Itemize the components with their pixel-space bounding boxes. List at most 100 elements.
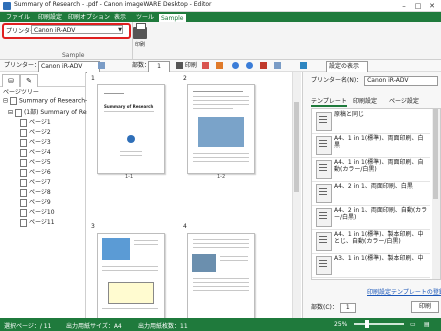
template-item[interactable]: A4、2 in 1、両面印刷、自動(カラー/白黒) — [312, 205, 430, 230]
toolbar-print-button[interactable]: 印刷 — [176, 61, 197, 71]
tree-page-9[interactable]: ページ9 — [20, 197, 51, 207]
pages-icon[interactable] — [274, 61, 281, 71]
tab-print-settings[interactable]: 印刷設定 — [353, 96, 377, 105]
undo-icon[interactable] — [232, 61, 239, 71]
close-button[interactable]: ✕ — [426, 1, 438, 11]
template-item[interactable]: 原稿と同じ — [312, 109, 430, 134]
page-tree-panel: ⛁ ✎ ページツリー ⊟ Summary of Research-... ⊟ (… — [0, 72, 99, 318]
app-icon — [3, 2, 11, 10]
ribbon-printer-select[interactable]: プリンター： Canon iR-ADV ▼ — [2, 23, 131, 39]
grid-icon[interactable] — [98, 61, 105, 71]
menu-tools[interactable]: ツール — [134, 13, 156, 22]
status-selected-page: 選択ページ：/ 11 — [4, 323, 52, 330]
page-thumbnail-3[interactable] — [97, 233, 165, 320]
toolbar: プリンター： Canon iR-ADV 部数： 1 印刷 設定の表示 — [0, 60, 441, 73]
page-number: 3 — [91, 223, 95, 230]
zoom-level: 25% — [334, 321, 348, 328]
tab-attachments[interactable]: ✎ — [20, 74, 38, 87]
menu-print-options[interactable]: 印刷オプション — [66, 13, 112, 22]
rotate-icon[interactable] — [260, 61, 267, 71]
tree-page-2[interactable]: ページ2 — [20, 127, 51, 137]
photo-image — [192, 254, 216, 272]
fit-page-icon[interactable]: ▭ — [410, 321, 416, 328]
minimize-button[interactable]: – — [398, 1, 410, 11]
tree-page-1[interactable]: ページ1 — [20, 117, 51, 127]
menu-print-settings[interactable]: 印刷設定 — [36, 13, 64, 22]
template-item[interactable]: A3、1 in 1(標準)、製本印刷、中 — [312, 253, 430, 278]
chevron-down-icon: ▼ — [118, 27, 122, 33]
panel-copies-row: 部数(C)： 1 — [311, 302, 356, 313]
ribbon: プリンター： Canon iR-ADV ▼ Sample 印刷 — [0, 22, 441, 60]
page-number: 2 — [183, 75, 187, 82]
template-item[interactable]: A4、1 in 1(標準)、製本印刷、中とじ、自動(カラー/白黒) — [312, 229, 430, 254]
settings-panel: プリンター名(N)： Canon iR-ADV テンプレート 印刷設定 ページ設… — [302, 72, 441, 318]
table-image — [108, 282, 154, 304]
title-bar: Summary of Research - .pdf - Canon image… — [0, 0, 441, 12]
toolbar-printer-value: Canon iR-ADV — [41, 63, 83, 70]
logo-icon — [127, 135, 135, 143]
left-panel-tabs: ⛁ ✎ — [0, 72, 86, 87]
tree-doc-root[interactable]: ⊟ Summary of Research-... — [3, 97, 93, 105]
page-thumbnail-1[interactable]: Summary of Research — [97, 84, 165, 174]
zoom-slider-handle[interactable] — [365, 320, 369, 328]
ribbon-group-label: Sample — [62, 52, 85, 59]
panel-copies-input[interactable]: 1 — [339, 302, 356, 313]
tree-page-6[interactable]: ページ6 — [20, 167, 51, 177]
ribbon-print-button[interactable]: 印刷 — [128, 23, 152, 55]
show-settings-label: 設定の表示 — [329, 63, 360, 70]
tab-page-settings[interactable]: ページ設定 — [389, 96, 419, 105]
panel-print-button[interactable]: 印刷 — [411, 301, 439, 313]
page-heading: Summary of Research — [104, 104, 154, 109]
tree-doc-child[interactable]: ⊟ (1部) Summary of Rese... — [8, 107, 99, 117]
template-item[interactable]: A4、1 in 1(標準)、両面印刷、白黒 — [312, 133, 430, 158]
page-workspace: 1 Summary of Research 1-1 2 1-2 3 4 — [87, 72, 301, 320]
redo-icon[interactable] — [246, 61, 253, 71]
tree-page-5[interactable]: ページ5 — [20, 157, 51, 167]
page-number: 4 — [183, 223, 187, 230]
menu-view[interactable]: 表示 — [112, 13, 128, 22]
menu-bar: ファイル 印刷設定 印刷オプション 表示 ツール Sample — [0, 12, 441, 23]
menu-file[interactable]: ファイル — [4, 13, 32, 22]
ribbon-printer-group: プリンター： Canon iR-ADV ▼ Sample — [2, 22, 133, 59]
tab-page-tree[interactable]: ⛁ — [2, 74, 20, 87]
page-caption: 1-2 — [217, 174, 226, 180]
window-title: Summary of Research - .pdf - Canon image… — [14, 1, 212, 8]
toolbar-print-label: 印刷 — [184, 62, 197, 69]
template-item[interactable]: A4、2 in 1、両面印刷、白黒 — [312, 181, 430, 206]
tree-page-11[interactable]: ページ11 — [20, 217, 55, 227]
template-scrollbar[interactable] — [432, 109, 440, 279]
tree-page-10[interactable]: ページ10 — [20, 207, 55, 217]
tree-page-4[interactable]: ページ4 — [20, 147, 51, 157]
delete-icon[interactable] — [202, 61, 209, 71]
zoom-slider[interactable] — [354, 323, 404, 325]
workspace-scrollbar[interactable] — [292, 72, 301, 318]
printer-icon — [176, 62, 183, 69]
view-icon[interactable] — [300, 61, 307, 71]
printer-icon — [133, 23, 147, 39]
panel-printer-dropdown[interactable]: Canon iR-ADV — [364, 75, 439, 86]
status-output-size: 出力用紙サイズ：A4 — [66, 323, 122, 330]
fit-width-icon[interactable]: ▤ — [424, 321, 430, 328]
page-thumbnail-4[interactable] — [187, 233, 255, 320]
template-item[interactable]: A4、1 in 1(標準)、両面印刷、自動(カラー/白黒) — [312, 157, 430, 182]
tab-templates[interactable]: テンプレート — [311, 96, 347, 107]
panel-printer-label: プリンター名(N)： — [311, 77, 363, 84]
scissors-icon[interactable] — [216, 61, 223, 71]
page-thumbnail-2[interactable] — [187, 84, 255, 174]
panel-printer-row: プリンター名(N)： Canon iR-ADV — [311, 75, 439, 86]
tree-page-7[interactable]: ページ7 — [20, 177, 51, 187]
status-output-sheets: 出力用紙枚数：11 — [138, 323, 188, 330]
page-caption: 1-1 — [125, 174, 134, 180]
map-image — [102, 238, 130, 260]
status-bar: 選択ページ：/ 11 出力用紙サイズ：A4 出力用紙枚数：11 25% ▭ ▤ — [0, 318, 441, 331]
template-list: 原稿と同じ A4、1 in 1(標準)、両面印刷、白黒 A4、1 in 1(標準… — [311, 108, 441, 280]
tree-page-8[interactable]: ページ8 — [20, 187, 51, 197]
ribbon-printer-dropdown[interactable]: Canon iR-ADV ▼ — [31, 25, 123, 34]
tree-page-3[interactable]: ページ3 — [20, 137, 51, 147]
register-template-link[interactable]: 印刷設定テンプレートの登録 — [367, 287, 441, 296]
ribbon-printer-value: Canon iR-ADV — [34, 27, 76, 34]
maximize-button[interactable]: □ — [412, 1, 424, 11]
photo-image — [198, 117, 244, 147]
page-tree-title: ページツリー — [3, 89, 39, 96]
page-number: 1 — [91, 75, 95, 82]
